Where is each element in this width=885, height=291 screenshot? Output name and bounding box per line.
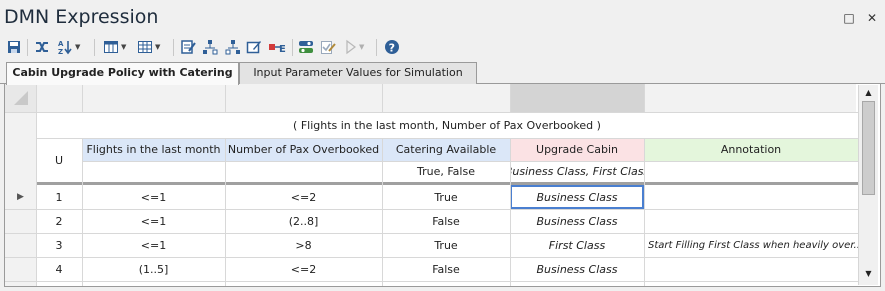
- column-header-pax-overbooked[interactable]: Number of Pax Overbooked: [225, 138, 382, 161]
- vertical-scrollbar[interactable]: ▲ ▼: [858, 85, 878, 285]
- allowed-values-pax[interactable]: [225, 161, 382, 182]
- grid-line: [225, 138, 226, 286]
- header-separator: [36, 182, 858, 185]
- grid-line: [510, 138, 511, 286]
- input-output-icon[interactable]: E: [268, 38, 286, 56]
- grid-line: [36, 84, 37, 286]
- grid-line: [382, 138, 383, 286]
- table-cell[interactable]: Business Class: [510, 209, 644, 233]
- scroll-up-icon[interactable]: ▲: [862, 86, 875, 100]
- rule-number[interactable]: 4: [36, 257, 82, 281]
- table-cell[interactable]: <=1: [82, 209, 225, 233]
- grid-line: [5, 112, 858, 113]
- tab-input-parameter-values[interactable]: Input Parameter Values for Simulation: [239, 62, 477, 84]
- grid-line: [82, 161, 858, 162]
- svg-text:?: ?: [389, 41, 395, 54]
- grid-line: [5, 233, 858, 234]
- chevron-down-icon[interactable]: ▼: [359, 43, 364, 51]
- edit-check-icon[interactable]: [320, 38, 336, 56]
- rule-number[interactable]: 3: [36, 233, 82, 257]
- table-cell[interactable]: Start Filling First Class when heavily o…: [644, 233, 858, 257]
- tab-cabin-upgrade-policy[interactable]: Cabin Upgrade Policy with Catering: [6, 62, 239, 85]
- window-title: DMN Expression: [4, 6, 159, 28]
- selected-column-header[interactable]: [510, 84, 644, 112]
- run-icon[interactable]: ▼: [345, 38, 364, 56]
- toolbar-separator: [27, 39, 28, 56]
- table-cell[interactable]: Business Class: [510, 257, 644, 281]
- column-header-annotation[interactable]: Annotation: [644, 138, 858, 161]
- grid-line: [644, 84, 645, 112]
- allowed-values-annotation[interactable]: [644, 161, 858, 182]
- chevron-down-icon[interactable]: ▼: [155, 43, 160, 51]
- table-cell[interactable]: [644, 209, 858, 233]
- validate-icon[interactable]: [180, 38, 196, 56]
- table-cell[interactable]: False: [382, 257, 510, 281]
- toolbar-separator: [376, 39, 377, 56]
- column-header-band: [36, 84, 856, 112]
- grid-icon[interactable]: ▼: [137, 38, 160, 56]
- tab-strip: Cabin Upgrade Policy with Catering Input…: [0, 60, 885, 85]
- sort-az-icon[interactable]: AZ ▼: [57, 38, 80, 56]
- columns-icon[interactable]: ▼: [103, 38, 126, 56]
- rule-number[interactable]: 2: [36, 209, 82, 233]
- toolbar: AZ ▼ ▼ ▼ E ▼ ?: [0, 36, 885, 60]
- allowed-values-flights[interactable]: [82, 161, 225, 182]
- grid-line: [5, 281, 858, 282]
- selected-table-cell[interactable]: Business Class: [510, 185, 644, 209]
- simulate-icon[interactable]: [298, 38, 314, 56]
- current-row-indicator-icon: ▶: [17, 192, 24, 202]
- grid-line: [510, 84, 511, 112]
- table-cell[interactable]: <=1: [82, 185, 225, 209]
- select-all-corner[interactable]: [5, 84, 36, 112]
- table-cell[interactable]: <=2: [225, 257, 382, 281]
- title-bar: DMN Expression □ ✕: [0, 0, 885, 36]
- allowed-values-upgrade[interactable]: Business Class, First Class: [510, 161, 644, 182]
- tree-right-icon[interactable]: [225, 38, 241, 56]
- svg-text:E: E: [279, 44, 286, 55]
- chevron-down-icon[interactable]: ▼: [121, 43, 126, 51]
- table-cell[interactable]: First Class: [510, 233, 644, 257]
- rule-number[interactable]: 1: [36, 185, 82, 209]
- table-cell[interactable]: (1..5]: [82, 257, 225, 281]
- table-cell[interactable]: False: [382, 209, 510, 233]
- toolbar-separator: [173, 39, 174, 56]
- decision-table: ▶ ( Flights in the last month, Number of…: [4, 84, 881, 287]
- svg-text:A: A: [58, 40, 64, 48]
- table-cell[interactable]: [644, 185, 858, 209]
- table-cell[interactable]: True: [382, 185, 510, 209]
- column-header-flights[interactable]: Flights in the last month: [82, 138, 225, 161]
- grid-line: [5, 209, 858, 210]
- help-icon[interactable]: ?: [384, 38, 400, 56]
- svg-text:Z: Z: [58, 48, 63, 55]
- grid-line: [82, 138, 83, 286]
- scroll-down-icon[interactable]: ▼: [862, 267, 875, 281]
- edit-table-icon[interactable]: [246, 38, 262, 56]
- table-cell[interactable]: <=2: [225, 185, 382, 209]
- hit-policy[interactable]: U: [36, 138, 82, 182]
- shuffle-icon[interactable]: [34, 38, 50, 56]
- column-header-upgrade-cabin[interactable]: Upgrade Cabin: [510, 138, 644, 161]
- table-cell[interactable]: >8: [225, 233, 382, 257]
- table-cell[interactable]: <=1: [82, 233, 225, 257]
- close-icon[interactable]: ✕: [866, 12, 878, 24]
- grid-line: [382, 84, 383, 112]
- table-cell[interactable]: (2..8]: [225, 209, 382, 233]
- grid-line: [82, 84, 83, 112]
- column-header-catering[interactable]: Catering Available: [382, 138, 510, 161]
- toolbar-separator: [94, 39, 95, 56]
- save-icon[interactable]: [6, 38, 22, 56]
- grid-line: [644, 138, 645, 286]
- input-expression[interactable]: ( Flights in the last month, Number of P…: [36, 112, 858, 138]
- table-cell[interactable]: [644, 257, 858, 281]
- grid-line: [36, 138, 858, 139]
- tree-left-icon[interactable]: [202, 38, 218, 56]
- grid-line: [225, 84, 226, 112]
- scrollbar-thumb[interactable]: [862, 101, 875, 195]
- table-cell[interactable]: True: [382, 233, 510, 257]
- chevron-down-icon[interactable]: ▼: [75, 43, 80, 51]
- toolbar-separator: [292, 39, 293, 56]
- allowed-values-catering[interactable]: True, False: [382, 161, 510, 182]
- grid-line: [5, 257, 858, 258]
- maximize-icon[interactable]: □: [843, 12, 855, 24]
